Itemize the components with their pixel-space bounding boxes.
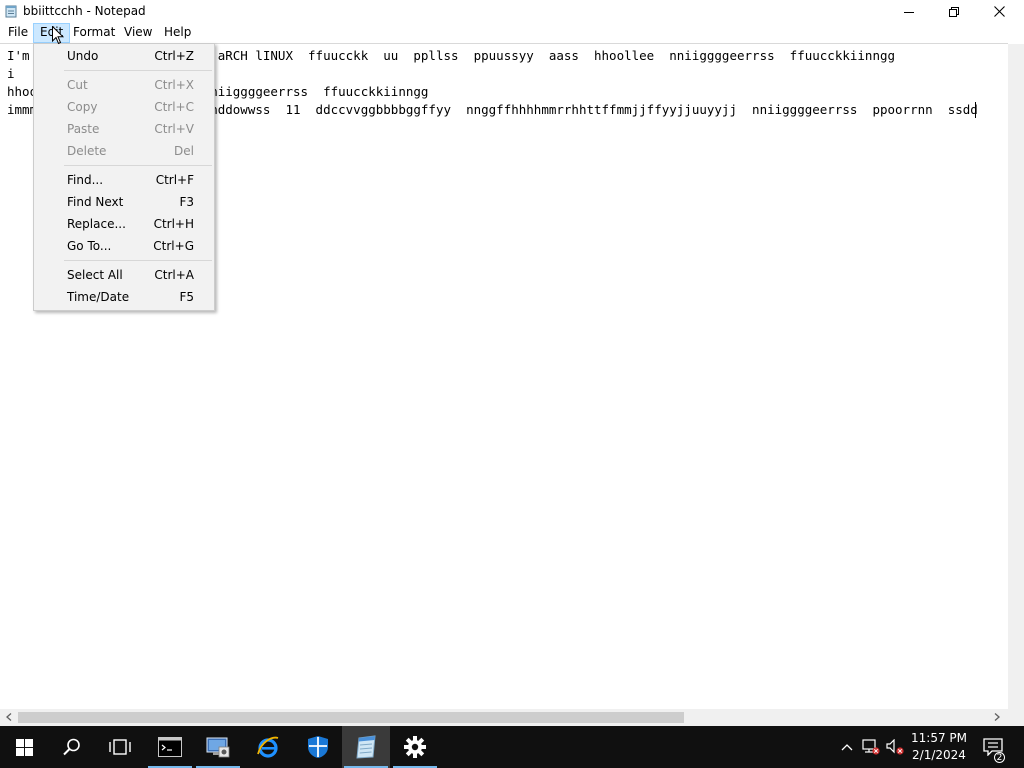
menu-item-paste[interactable]: Paste Ctrl+V	[34, 118, 214, 140]
menu-item-shortcut: Ctrl+F	[155, 173, 194, 187]
menu-item-undo[interactable]: Undo Ctrl+Z	[34, 45, 214, 67]
taskbar	[0, 726, 1024, 768]
menu-item-shortcut: F5	[179, 290, 194, 304]
server-manager-button[interactable]	[194, 726, 242, 768]
menu-item-find-next[interactable]: Find Next F3	[34, 191, 214, 213]
window-title: bbiittcchh - Notepad	[23, 4, 146, 18]
clock-date[interactable]: 2/1/2024	[905, 748, 973, 762]
menu-item-shortcut: Ctrl+X	[154, 78, 194, 92]
menu-separator	[64, 70, 212, 71]
task-view-icon	[109, 739, 131, 755]
menu-file[interactable]: File	[2, 23, 34, 43]
menu-bar: File Edit Format View Help	[0, 23, 1024, 43]
menu-view[interactable]: View	[118, 23, 158, 43]
scroll-right-button[interactable]	[989, 709, 1005, 725]
menu-item-replace[interactable]: Replace... Ctrl+H	[34, 213, 214, 235]
minimize-button[interactable]	[886, 0, 932, 23]
menu-item-copy[interactable]: Copy Ctrl+C	[34, 96, 214, 118]
menu-item-label: Select All	[67, 268, 123, 282]
menu-separator	[64, 165, 212, 166]
volume-button[interactable]	[886, 738, 904, 756]
menu-item-cut[interactable]: Cut Ctrl+X	[34, 74, 214, 96]
menu-item-label: Delete	[67, 144, 107, 158]
scroll-left-button[interactable]	[1, 709, 17, 725]
speaker-muted-icon	[886, 739, 904, 755]
start-button[interactable]	[0, 726, 48, 768]
menu-item-shortcut: Ctrl+G	[153, 239, 194, 253]
horizontal-scroll-thumb[interactable]	[18, 712, 684, 723]
menu-item-label: Go To...	[67, 239, 112, 253]
menu-item-delete[interactable]: Delete Del	[34, 140, 214, 162]
menu-item-shortcut: Ctrl+C	[154, 100, 194, 114]
menu-item-time-date[interactable]: Time/Date F5	[34, 286, 214, 308]
mouse-cursor-icon	[52, 26, 64, 45]
windows-logo-icon	[15, 738, 33, 756]
cmd-button[interactable]	[146, 726, 194, 768]
menu-help[interactable]: Help	[158, 23, 197, 43]
edit-menu-dropdown: Undo Ctrl+Z Cut Ctrl+X Copy Ctrl+C Paste…	[33, 43, 215, 311]
ie-button[interactable]	[244, 726, 292, 768]
gear-icon	[404, 736, 426, 758]
menu-item-label: Replace...	[67, 217, 126, 231]
menu-item-label: Find...	[67, 173, 104, 187]
menu-format[interactable]: Format	[67, 23, 121, 43]
clock-time[interactable]: 11:57 PM	[905, 731, 973, 745]
network-button[interactable]	[862, 738, 880, 756]
chevron-right-icon	[994, 713, 1000, 721]
menu-item-select-all[interactable]: Select All Ctrl+A	[34, 264, 214, 286]
text-line: i	[7, 66, 15, 81]
horizontal-scrollbar[interactable]	[0, 709, 1008, 726]
menu-item-shortcut: Del	[174, 144, 194, 158]
menu-item-label: Copy	[67, 100, 98, 114]
notepad-icon	[5, 5, 18, 18]
server-manager-icon	[206, 737, 230, 758]
chevron-left-icon	[6, 713, 12, 721]
scrollbar-corner	[1008, 709, 1024, 726]
menu-separator	[64, 260, 212, 261]
search-icon	[63, 738, 80, 756]
restore-icon	[949, 6, 959, 17]
menu-item-find[interactable]: Find... Ctrl+F	[34, 169, 214, 191]
text-caret	[975, 102, 976, 118]
menu-item-label: Time/Date	[67, 290, 130, 304]
menu-item-shortcut: F3	[179, 195, 194, 209]
command-prompt-icon	[158, 737, 182, 757]
menu-item-label: Paste	[67, 122, 100, 136]
menu-item-shortcut: Ctrl+H	[153, 217, 194, 231]
settings-button[interactable]	[391, 726, 439, 768]
menu-item-label: Find Next	[67, 195, 124, 209]
menu-item-shortcut: Ctrl+A	[154, 268, 194, 282]
defender-button[interactable]	[294, 726, 342, 768]
menu-item-shortcut: Ctrl+Z	[154, 49, 194, 63]
vertical-scrollbar[interactable]	[1008, 44, 1024, 709]
notepad-icon	[356, 735, 376, 759]
notification-count-badge: 2	[994, 752, 1005, 763]
restore-button[interactable]	[931, 0, 977, 23]
close-icon	[993, 6, 1005, 17]
menu-item-shortcut: Ctrl+V	[154, 122, 194, 136]
menu-item-label: Cut	[67, 78, 88, 92]
close-button[interactable]	[976, 0, 1022, 23]
task-view-button[interactable]	[96, 726, 144, 768]
minimize-icon	[904, 11, 914, 13]
menu-item-go-to[interactable]: Go To... Ctrl+G	[34, 235, 214, 257]
chevron-up-icon	[841, 744, 853, 751]
notepad-button[interactable]	[342, 726, 390, 768]
search-button[interactable]	[48, 726, 96, 768]
shield-icon	[308, 736, 328, 758]
menu-item-label: Undo	[67, 49, 99, 63]
title-bar[interactable]: bbiittcchh - Notepad	[0, 0, 1024, 23]
internet-explorer-icon	[257, 736, 279, 758]
show-hidden-icons-button[interactable]	[838, 738, 856, 756]
network-icon	[862, 739, 880, 755]
